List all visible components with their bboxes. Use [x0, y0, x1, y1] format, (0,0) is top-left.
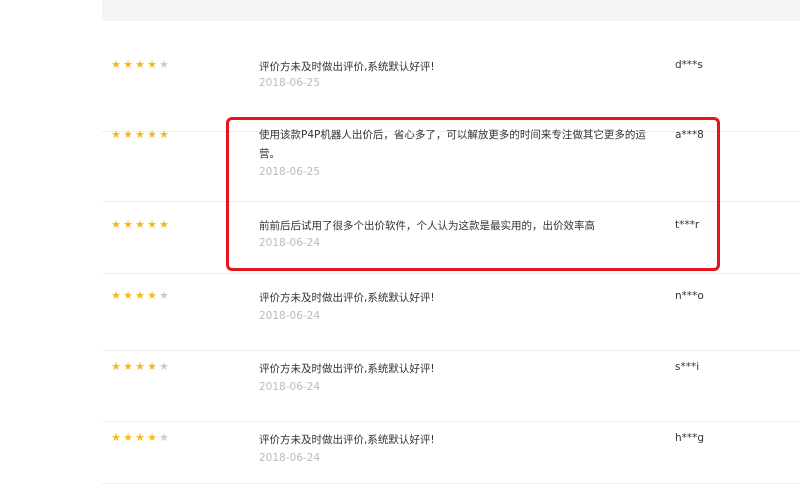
review-row: ★ ★ ★ ★ ★ 前前后后试用了很多个出价软件，个人认为这款是最实用的，出价效率高 2…	[102, 218, 800, 274]
review-row: ★ ★ ★ ★ ★ 使用该款P4P机器人出价后，省心多了，可以解放更多的时间来专注做其它…	[102, 128, 800, 202]
star-rating: ★ ★ ★ ★ ★	[110, 360, 170, 374]
review-date: 2018-06-24	[259, 237, 321, 249]
review-list: ★ ★ ★ ★ ★ 评价方未及时做出评价,系统默认好评! 2018-06-25 d***…	[0, 0, 800, 497]
star-icon: ★	[147, 128, 157, 141]
review-row: ★ ★ ★ ★ ★ 评价方未及时做出评价,系统默认好评! 2018-06-24 n***…	[102, 289, 800, 351]
star-icon: ★	[111, 218, 121, 231]
row-divider	[102, 201, 800, 202]
reviewer-name: h***g	[675, 432, 705, 444]
review-comment: 评价方未及时做出评价,系统默认好评!	[259, 434, 435, 446]
star-rating: ★ ★ ★ ★ ★	[110, 58, 170, 72]
row-divider	[102, 483, 800, 484]
star-icon: ★	[159, 360, 169, 373]
review-date: 2018-06-25	[259, 77, 321, 89]
review-date: 2018-06-24	[259, 452, 321, 464]
reviewer-name: a***8	[675, 129, 704, 141]
star-icon: ★	[159, 431, 169, 444]
star-icon: ★	[111, 289, 121, 302]
review-row: ★ ★ ★ ★ ★ 评价方未及时做出评价,系统默认好评! 2018-06-24 s***…	[102, 360, 800, 422]
reviewer-name: s***i	[675, 361, 700, 373]
review-comment: 评价方未及时做出评价,系统默认好评!	[259, 292, 435, 304]
review-date: 2018-06-25	[259, 166, 321, 178]
star-icon: ★	[111, 360, 121, 373]
star-icon: ★	[159, 289, 169, 302]
review-date: 2018-06-24	[259, 310, 321, 322]
star-icon: ★	[159, 58, 169, 71]
row-divider	[102, 273, 800, 274]
star-icon: ★	[147, 218, 157, 231]
star-rating: ★ ★ ★ ★ ★	[110, 128, 170, 142]
star-icon: ★	[123, 289, 133, 302]
star-icon: ★	[135, 218, 145, 231]
row-divider	[102, 421, 800, 422]
star-icon: ★	[111, 58, 121, 71]
review-comment: 使用该款P4P机器人出价后，省心多了，可以解放更多的时间来专注做其它更多的运营。	[259, 129, 646, 160]
star-icon: ★	[135, 431, 145, 444]
star-icon: ★	[135, 360, 145, 373]
review-comment: 评价方未及时做出评价,系统默认好评!	[259, 61, 435, 73]
star-icon: ★	[123, 360, 133, 373]
star-rating: ★ ★ ★ ★ ★	[110, 218, 170, 232]
reviewer-name: d***s	[675, 59, 703, 71]
review-row: ★ ★ ★ ★ ★ 评价方未及时做出评价,系统默认好评! 2018-06-24 h***…	[102, 431, 800, 484]
star-rating: ★ ★ ★ ★ ★	[110, 431, 170, 445]
reviewer-name: t***r	[675, 219, 700, 231]
review-comment: 评价方未及时做出评价,系统默认好评!	[259, 363, 435, 375]
star-rating: ★ ★ ★ ★ ★	[110, 289, 170, 303]
star-icon: ★	[135, 128, 145, 141]
star-icon: ★	[159, 128, 169, 141]
row-divider	[102, 350, 800, 351]
star-icon: ★	[123, 128, 133, 141]
star-icon: ★	[123, 218, 133, 231]
review-date: 2018-06-24	[259, 381, 321, 393]
star-icon: ★	[135, 289, 145, 302]
review-comment: 前前后后试用了很多个出价软件，个人认为这款是最实用的，出价效率高	[259, 220, 595, 232]
star-icon: ★	[135, 58, 145, 71]
star-icon: ★	[123, 58, 133, 71]
star-icon: ★	[147, 58, 157, 71]
star-icon: ★	[111, 431, 121, 444]
star-icon: ★	[123, 431, 133, 444]
review-row: ★ ★ ★ ★ ★ 评价方未及时做出评价,系统默认好评! 2018-06-25 d***…	[102, 58, 800, 132]
reviewer-name: n***o	[675, 290, 704, 302]
star-icon: ★	[111, 128, 121, 141]
star-icon: ★	[147, 289, 157, 302]
star-icon: ★	[159, 218, 169, 231]
star-icon: ★	[147, 360, 157, 373]
star-icon: ★	[147, 431, 157, 444]
